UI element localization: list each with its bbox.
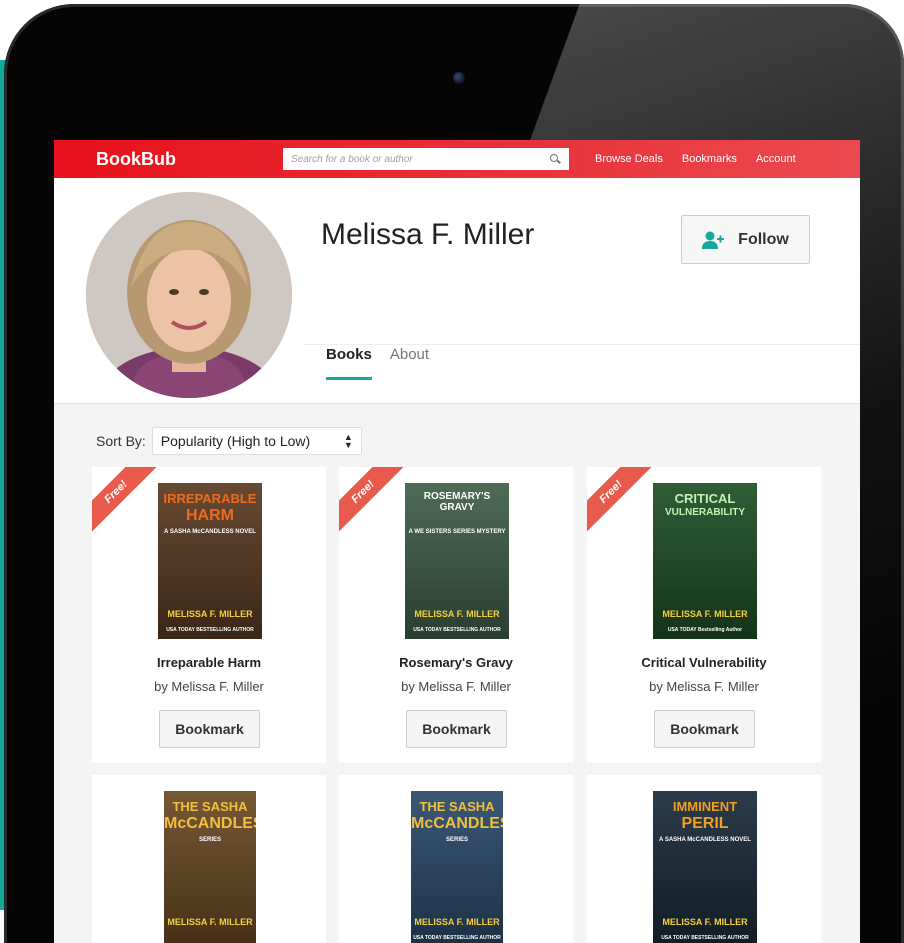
tab-about[interactable]: About [390, 346, 429, 380]
free-ribbon: Free! [339, 467, 407, 536]
updown-arrows-icon: ▲ ▼ [343, 432, 353, 450]
book-cover[interactable]: IMMINENT PERIL A SASHA McCANDLESS NOVEL … [653, 791, 757, 943]
cover-title-line2: McCANDLESS [411, 815, 503, 832]
cover-tagline: A SASHA McCANDLESS NOVEL [164, 529, 256, 535]
cover-title-line1: CRITICAL [674, 491, 736, 506]
profile-tabs: Books About [326, 346, 447, 380]
nav-link-browse-deals[interactable]: Browse Deals [595, 153, 663, 165]
book-title[interactable]: Rosemary's Gravy [339, 655, 573, 670]
cover-title-line2: McCANDLESS [164, 815, 256, 832]
book-cover[interactable]: CRITICAL VULNERABILITY MELISSA F. MILLER… [653, 483, 757, 639]
book-author[interactable]: by Melissa F. Miller [339, 679, 573, 694]
nav-link-bookmarks[interactable]: Bookmarks [682, 153, 737, 165]
search-box[interactable] [283, 148, 569, 170]
search-icon[interactable] [549, 153, 561, 165]
bookmark-button[interactable]: Bookmark [159, 710, 260, 748]
camera-icon [453, 72, 465, 84]
nav-links: Browse Deals Bookmarks Account [595, 153, 815, 165]
follow-button[interactable]: Follow [681, 215, 810, 264]
book-card[interactable]: THE SASHA McCANDLESS SERIES MELISSA F. M… [339, 775, 573, 943]
author-name: Melissa F. Miller [321, 218, 535, 251]
tab-divider [304, 344, 860, 345]
screen: BookBub Browse Deals Bookmarks Account [54, 140, 860, 943]
bookbub-logo[interactable]: BookBub [96, 149, 283, 170]
top-nav: BookBub Browse Deals Bookmarks Account [54, 140, 860, 178]
search-input[interactable] [291, 153, 549, 165]
sort-select[interactable]: Popularity (High to Low) ▲ ▼ [151, 427, 362, 455]
cover-title-line2: PERIL [681, 815, 729, 832]
cover-title-line1: ROSEMARY'S GRAVY [423, 491, 491, 513]
sort-label: Sort By: [96, 433, 146, 449]
cover-tagline: A WE SISTERS SERIES MYSTERY [408, 529, 506, 535]
cover-title-line1: THE SASHA [172, 799, 248, 814]
book-card[interactable]: IMMINENT PERIL A SASHA McCANDLESS NOVEL … [587, 775, 821, 943]
tab-books[interactable]: Books [326, 346, 372, 380]
cover-author: MELISSA F. MILLER [414, 609, 500, 619]
free-ribbon: Free! [587, 467, 655, 536]
add-user-icon [702, 231, 725, 249]
sort-selected-value: Popularity (High to Low) [160, 433, 311, 449]
author-profile-header: Melissa F. Miller Follow Books About [54, 178, 860, 404]
nav-link-account[interactable]: Account [756, 153, 796, 165]
cover-tagline: SERIES [445, 837, 468, 843]
free-ribbon: Free! [92, 467, 160, 536]
cover-title-line1: IRREPARABLE [163, 491, 257, 506]
cover-footer: USA TODAY BESTSELLING AUTHOR [413, 935, 501, 941]
book-cover[interactable]: ROSEMARY'S GRAVY A WE SISTERS SERIES MYS… [405, 483, 509, 639]
book-title[interactable]: Irreparable Harm [92, 655, 326, 670]
cover-footer: USA TODAY BESTSELLING AUTHOR [661, 935, 749, 941]
book-cover[interactable]: THE SASHA McCANDLESS SERIES MELISSA F. M… [164, 791, 256, 943]
author-photo [86, 192, 292, 398]
cover-author: MELISSA F. MILLER [167, 917, 253, 927]
cover-footer: USA TODAY Bestselling Author [667, 627, 743, 633]
book-card[interactable]: IRREPARABLE HARM A SASHA McCANDLESS NOVE… [92, 467, 326, 763]
cover-title-line1: IMMINENT [672, 799, 738, 814]
sort-bar: Sort By: Popularity (High to Low) ▲ ▼ [96, 427, 362, 455]
book-cover[interactable]: THE SASHA McCANDLESS SERIES MELISSA F. M… [411, 791, 503, 943]
follow-label: Follow [738, 230, 789, 248]
cover-title-line1: THE SASHA [419, 799, 495, 814]
book-title[interactable]: Critical Vulnerability [587, 655, 821, 670]
book-author[interactable]: by Melissa F. Miller [92, 679, 326, 694]
bookmark-button[interactable]: Bookmark [406, 710, 507, 748]
cover-author: MELISSA F. MILLER [167, 609, 253, 619]
book-card[interactable]: THE SASHA McCANDLESS SERIES MELISSA F. M… [92, 775, 326, 943]
cover-title-line2: HARM [186, 507, 234, 524]
cover-tagline: SERIES [198, 837, 221, 843]
book-cover[interactable]: IRREPARABLE HARM A SASHA McCANDLESS NOVE… [158, 483, 262, 639]
bookmark-button[interactable]: Bookmark [654, 710, 755, 748]
book-author[interactable]: by Melissa F. Miller [587, 679, 821, 694]
cover-footer: USA TODAY BESTSELLING AUTHOR [166, 627, 254, 633]
author-avatar [86, 192, 292, 398]
cover-footer: USA TODAY BESTSELLING AUTHOR [413, 627, 501, 633]
cover-title-line2: VULNERABILITY [665, 507, 745, 518]
book-card[interactable]: ROSEMARY'S GRAVY A WE SISTERS SERIES MYS… [339, 467, 573, 763]
cover-tagline: A SASHA McCANDLESS NOVEL [659, 837, 751, 843]
cover-author: MELISSA F. MILLER [414, 917, 500, 927]
cover-author: MELISSA F. MILLER [662, 609, 748, 619]
cover-author: MELISSA F. MILLER [662, 917, 748, 927]
book-card[interactable]: CRITICAL VULNERABILITY MELISSA F. MILLER… [587, 467, 821, 763]
